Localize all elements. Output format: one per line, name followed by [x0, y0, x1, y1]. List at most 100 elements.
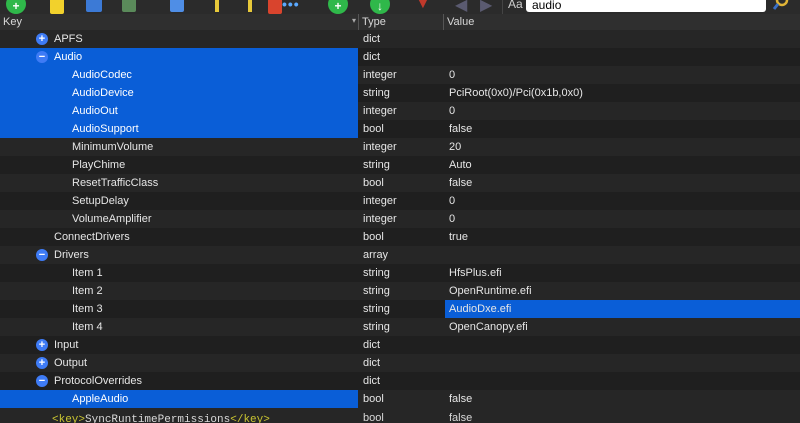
value-label[interactable]: false	[449, 390, 472, 408]
key-cell[interactable]: + APFS	[0, 30, 358, 48]
search-icon[interactable]	[772, 0, 790, 12]
key-cell-selected[interactable]: AudioSupport	[0, 120, 358, 138]
type-label[interactable]: integer	[363, 138, 397, 156]
type-label[interactable]: dict	[363, 336, 380, 354]
value-cell-selected[interactable]: AudioDxe.efi	[445, 300, 800, 318]
table-row[interactable]: SetupDelay integer 0	[0, 192, 800, 210]
key-cell-selected[interactable]: AudioDevice	[0, 84, 358, 102]
key-cell[interactable]: ConnectDrivers	[0, 228, 358, 246]
table-row[interactable]: Item 2 string OpenRuntime.efi	[0, 282, 800, 300]
type-label[interactable]: array	[363, 246, 388, 264]
value-label[interactable]: OpenCanopy.efi	[449, 318, 528, 336]
table-row[interactable]: − ProtocolOverrides dict	[0, 372, 800, 390]
forward-icon[interactable]: ▶	[480, 0, 492, 14]
expand-icon[interactable]: +	[36, 339, 48, 351]
table-row[interactable]: AppleAudio bool false	[0, 390, 800, 408]
type-label[interactable]: bool	[363, 412, 384, 423]
expand-icon[interactable]: +	[36, 33, 48, 45]
value-label[interactable]: 0	[449, 66, 455, 84]
table-row[interactable]: ResetTrafficClass bool false	[0, 174, 800, 192]
key-cell-selected[interactable]: AudioCodec	[0, 66, 358, 84]
value-label[interactable]: 0	[449, 102, 455, 120]
type-label[interactable]: bool	[363, 228, 384, 246]
key-cell[interactable]: ResetTrafficClass	[0, 174, 358, 192]
paste-icon[interactable]	[215, 0, 219, 12]
type-column-header[interactable]: Type	[358, 14, 443, 30]
key-cell[interactable]: + Output	[0, 354, 358, 372]
value-label[interactable]: false	[449, 120, 472, 138]
value-label[interactable]: HfsPlus.efi	[449, 264, 502, 282]
more-options-icon[interactable]: •••	[282, 0, 300, 12]
key-column-header[interactable]: Key ▾	[0, 14, 358, 30]
type-label[interactable]: dict	[363, 48, 380, 66]
value-label[interactable]: false	[449, 412, 472, 423]
key-cell[interactable]: Item 4	[0, 318, 358, 336]
key-cell[interactable]: − ProtocolOverrides	[0, 372, 358, 390]
table-row[interactable]: MinimumVolume integer 20	[0, 138, 800, 156]
type-label[interactable]: string	[363, 318, 390, 336]
type-label[interactable]: string	[363, 84, 390, 102]
value-label[interactable]: false	[449, 174, 472, 192]
table-row[interactable]: − Audio dict	[0, 48, 800, 66]
type-label[interactable]: integer	[363, 210, 397, 228]
key-cell[interactable]: PlayChime	[0, 156, 358, 174]
table-row[interactable]: ConnectDrivers bool true	[0, 228, 800, 246]
cut-icon[interactable]	[248, 0, 252, 12]
table-row[interactable]: AudioSupport bool false	[0, 120, 800, 138]
table-row[interactable]: AudioDevice string PciRoot(0x0)/Pci(0x1b…	[0, 84, 800, 102]
collapse-icon[interactable]: −	[36, 249, 48, 261]
add-item-button[interactable]: +	[6, 0, 26, 14]
import-icon[interactable]: ▼	[415, 0, 431, 13]
key-cell-selected[interactable]: AppleAudio	[0, 390, 358, 408]
key-cell-selected[interactable]: − Audio	[0, 48, 358, 66]
type-label[interactable]: bool	[363, 120, 384, 138]
type-label[interactable]: integer	[363, 192, 397, 210]
table-row[interactable]: VolumeAmplifier integer 0	[0, 210, 800, 228]
copy-icon[interactable]	[170, 0, 184, 12]
type-label[interactable]: dict	[363, 354, 380, 372]
save-icon[interactable]	[86, 0, 102, 12]
table-row[interactable]: AudioCodec integer 0	[0, 66, 800, 84]
table-row[interactable]: Item 4 string OpenCanopy.efi	[0, 318, 800, 336]
key-cell[interactable]: Item 1	[0, 264, 358, 282]
type-label[interactable]: string	[363, 300, 390, 318]
key-cell[interactable]: + Input	[0, 336, 358, 354]
table-row[interactable]: + Output dict	[0, 354, 800, 372]
key-cell[interactable]: − Drivers	[0, 246, 358, 264]
value-label[interactable]: 0	[449, 192, 455, 210]
move-down-button[interactable]: ↓	[370, 0, 390, 14]
key-cell[interactable]: MinimumVolume	[0, 138, 358, 156]
value-label[interactable]: true	[449, 228, 468, 246]
add-child-button[interactable]: +	[328, 0, 348, 14]
back-icon[interactable]: ◀	[455, 0, 467, 14]
type-label[interactable]: integer	[363, 102, 397, 120]
type-label[interactable]: dict	[363, 30, 380, 48]
table-row[interactable]: Item 1 string HfsPlus.efi	[0, 264, 800, 282]
type-label[interactable]: string	[363, 264, 390, 282]
new-document-icon[interactable]	[50, 0, 64, 14]
export-icon[interactable]	[122, 0, 136, 12]
table-row[interactable]: + APFS dict	[0, 30, 800, 48]
search-input[interactable]: audio	[526, 0, 766, 12]
table-row[interactable]: AudioOut integer 0	[0, 102, 800, 120]
key-cell[interactable]: SetupDelay	[0, 192, 358, 210]
value-label[interactable]: 20	[449, 138, 461, 156]
key-cell[interactable]: Item 2	[0, 282, 358, 300]
collapse-icon[interactable]: −	[36, 51, 48, 63]
key-cell-selected[interactable]: AudioOut	[0, 102, 358, 120]
value-column-header[interactable]: Value	[443, 14, 800, 30]
table-row[interactable]: + Input dict	[0, 336, 800, 354]
type-label[interactable]: bool	[363, 390, 384, 408]
key-cell[interactable]: Item 3	[0, 300, 358, 318]
table-row[interactable]: Item 3 string AudioDxe.efi	[0, 300, 800, 318]
type-label[interactable]: dict	[363, 372, 380, 390]
value-label[interactable]: PciRoot(0x0)/Pci(0x1b,0x0)	[449, 84, 583, 102]
delete-icon[interactable]	[268, 0, 282, 14]
collapse-icon[interactable]: −	[36, 375, 48, 387]
key-cell[interactable]: VolumeAmplifier	[0, 210, 358, 228]
match-case-toggle[interactable]: Aa	[508, 0, 523, 11]
value-label[interactable]: 0	[449, 210, 455, 228]
type-label[interactable]: integer	[363, 66, 397, 84]
type-label[interactable]: string	[363, 156, 390, 174]
expand-icon[interactable]: +	[36, 357, 48, 369]
